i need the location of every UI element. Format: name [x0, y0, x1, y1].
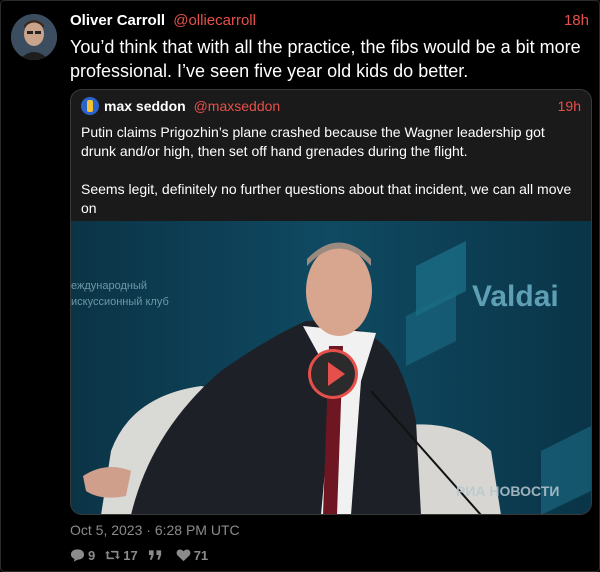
quoted-tweet-text: Putin claims Prigozhin’s plane crashed b… — [81, 123, 581, 218]
quote-icon — [148, 550, 161, 560]
quoted-tweet-time[interactable]: 19h — [558, 98, 581, 115]
tweet-actions: 9 17 71 — [70, 546, 218, 564]
quoted-paragraph-2: Seems legit, definitely no further quest… — [81, 181, 572, 216]
comment-icon — [70, 549, 85, 562]
reply-count: 9 — [88, 547, 96, 563]
quoted-paragraph-1: Putin claims Prigozhin’s plane crashed b… — [81, 124, 545, 159]
tweet-date[interactable]: Oct 5, 2023 · 6:28 PM UTC — [70, 521, 240, 539]
quoted-author-handle[interactable]: @maxseddon — [194, 98, 281, 114]
play-button[interactable] — [308, 349, 358, 399]
retweet-count: 17 — [123, 547, 138, 563]
backdrop-text-1: еждународный — [71, 280, 147, 292]
backdrop-brand: Valdai — [472, 280, 559, 313]
tweet-card: Oliver Carroll @olliecarroll 18h You’d t… — [0, 0, 600, 572]
like-count: 71 — [193, 547, 209, 563]
retweet-button[interactable]: 17 — [105, 547, 138, 563]
tweet-time[interactable]: 18h — [564, 12, 589, 30]
author-handle[interactable]: @olliecarroll — [173, 12, 256, 29]
quote-button[interactable] — [148, 548, 166, 562]
author-avatar[interactable] — [11, 14, 57, 60]
reply-button[interactable]: 9 — [70, 548, 95, 563]
author-line: Oliver Carroll @olliecarroll 18h — [70, 12, 589, 30]
author-name[interactable]: Oliver Carroll — [70, 12, 165, 29]
heart-icon — [176, 549, 191, 562]
quoted-tweet[interactable]: max seddon @maxseddon 19h Putin claims P… — [70, 89, 592, 515]
video-player[interactable]: еждународный искуссионный клуб Valdai РИ… — [71, 221, 591, 514]
backdrop-text-2: искуссионный клуб — [71, 296, 169, 308]
video-watermark: РИА НОВОСТИ — [456, 483, 559, 499]
retweet-icon — [105, 550, 121, 560]
quoted-author-line: max seddon @maxseddon 19h — [104, 98, 581, 115]
quoted-author-avatar[interactable] — [81, 97, 99, 115]
tweet-text: You’d think that with all the practice, … — [70, 37, 581, 81]
like-button[interactable]: 71 — [176, 548, 208, 563]
quoted-author-name[interactable]: max seddon — [104, 98, 186, 114]
